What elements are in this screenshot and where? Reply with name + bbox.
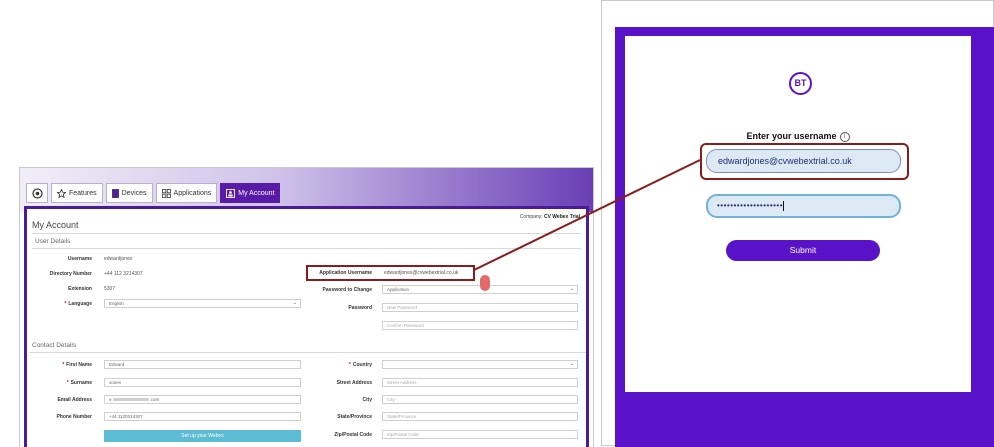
email-label: Email Address — [57, 397, 92, 403]
city-label: City — [362, 397, 372, 403]
street-field[interactable]: Street Address — [382, 378, 578, 387]
surname-label: * Surname — [66, 380, 92, 386]
surname-label-text: Surname — [70, 380, 92, 386]
contact-details-divider — [29, 352, 586, 353]
new-password-field[interactable]: New Password — [382, 303, 578, 312]
home-icon — [31, 187, 43, 199]
application-username-value: edwardjones@cvwebextrial.co.uk — [384, 270, 459, 276]
language-select-value: English — [109, 301, 124, 306]
surname-value: Jones — [109, 380, 122, 385]
new-password-placeholder: New Password — [387, 305, 418, 310]
company-label: Company: — [519, 214, 543, 220]
title-divider — [32, 233, 581, 234]
tab-devices[interactable]: Devices — [105, 183, 153, 203]
zip-field[interactable]: Zip/Postal Code — [382, 430, 578, 439]
country-select[interactable]: ⌄ — [382, 360, 578, 369]
surname-field[interactable]: Jones — [104, 378, 301, 387]
language-label: * Language — [64, 301, 92, 307]
phone-value: +44 1120314307 — [109, 414, 143, 419]
first-name-field[interactable]: Edward — [104, 360, 301, 369]
confirm-password-placeholder: Confirm Password — [387, 323, 424, 328]
chevron-down-icon: ⌄ — [569, 286, 574, 292]
password-mask: •••••••••••••••••••• — [717, 201, 784, 210]
country-label-text: Country — [352, 362, 372, 368]
directory-number-value: +44 112 3214307 — [104, 271, 143, 277]
star-icon — [57, 188, 66, 198]
text-caret — [783, 200, 785, 211]
login-background: BT Enter your username i edwardjones@cvwe… — [615, 27, 994, 447]
tab-devices-label: Devices — [121, 189, 147, 197]
login-card: BT Enter your username i edwardjones@cvwe… — [625, 36, 971, 392]
extension-label: Extension — [68, 286, 92, 292]
phone-icon — [111, 188, 119, 198]
company-info: Company: CV Webex Trial — [520, 214, 580, 220]
tab-bar: Features Devices Applications My Account — [26, 183, 281, 203]
email-prefix: e — [109, 397, 112, 402]
tab-my-account[interactable]: My Account — [220, 183, 281, 203]
first-name-label-text: First Name — [66, 362, 92, 368]
directory-number-label: Directory Number — [49, 271, 92, 277]
email-redacted — [112, 398, 149, 402]
tab-applications[interactable]: Applications — [155, 183, 218, 203]
state-field[interactable]: State/Province — [382, 412, 578, 421]
chevron-down-icon: ⌄ — [569, 361, 574, 367]
chevron-down-icon: ⌄ — [292, 300, 297, 306]
company-value: CV Webex Trial — [543, 214, 580, 220]
street-placeholder: Street Address — [387, 380, 417, 385]
tab-home[interactable] — [26, 183, 48, 203]
login-username-input[interactable]: edwardjones@cvwebextrial.co.uk — [706, 149, 901, 173]
submit-button[interactable]: Submit — [726, 240, 880, 261]
application-username-label: Application Username — [319, 270, 372, 276]
confirm-password-field[interactable]: Confirm Password — [382, 321, 578, 330]
city-field[interactable]: City — [382, 395, 578, 404]
enter-username-text: Enter your username — [746, 131, 837, 141]
bt-logo: BT — [789, 72, 812, 95]
tab-applications-label: Applications — [173, 189, 212, 197]
phone-field[interactable]: +44 1120314307 — [104, 412, 301, 421]
tab-features-label: Features — [69, 189, 97, 197]
password-to-change-value: Application — [387, 287, 410, 292]
city-placeholder: City — [387, 397, 395, 402]
first-name-value: Edward — [109, 362, 125, 367]
language-select[interactable]: English ⌄ — [104, 299, 301, 308]
account-icon — [226, 188, 236, 198]
username-value: edwardjones — [104, 256, 133, 262]
country-label: * Country — [348, 362, 372, 368]
enter-username-label: Enter your username i — [625, 131, 971, 142]
password-to-change-label: Password to Change — [322, 287, 372, 293]
state-label: State/Province — [337, 414, 372, 420]
tab-features[interactable]: Features — [51, 183, 103, 203]
extension-value: 5307 — [104, 286, 116, 292]
email-field[interactable]: e .com — [104, 395, 301, 404]
first-name-label: * First Name — [62, 362, 92, 368]
contact-details-title: Contact Details — [32, 342, 77, 349]
setup-webex-button[interactable]: Set up your Webex — [104, 430, 301, 442]
street-label: Street Address — [336, 380, 372, 386]
username-label: Username — [67, 256, 92, 262]
tab-my-account-label: My Account — [238, 189, 275, 197]
email-suffix: .com — [149, 397, 160, 402]
language-label-text: Language — [68, 301, 92, 307]
application-username-highlight: Application Username edwardjones@cvwebex… — [306, 265, 475, 281]
bt-login-window: BT Enter your username i edwardjones@cvwe… — [601, 0, 994, 447]
user-details-title: User Details — [35, 238, 71, 245]
user-details-divider — [32, 248, 581, 249]
login-password-input[interactable]: •••••••••••••••••••• — [706, 194, 901, 218]
grid-icon — [161, 188, 171, 198]
state-placeholder: State/Province — [387, 414, 417, 419]
password-label: Password — [348, 305, 372, 311]
phone-label: Phone Number — [56, 414, 92, 420]
mouse-cursor-indicator — [480, 275, 490, 291]
zip-placeholder: Zip/Postal Code — [387, 432, 420, 437]
zip-label: Zip/Postal Code — [334, 432, 372, 438]
info-icon[interactable]: i — [839, 131, 850, 142]
page-title: My Account — [32, 220, 79, 230]
